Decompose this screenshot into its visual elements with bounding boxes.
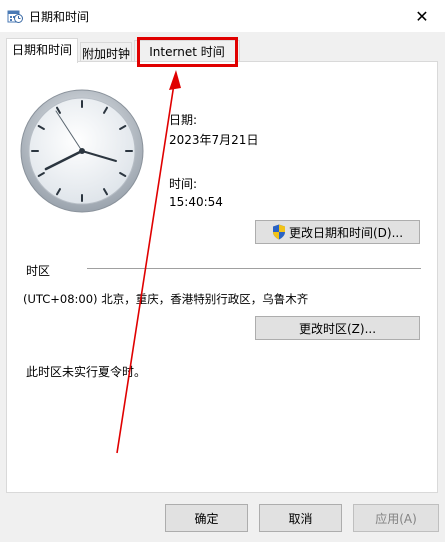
timezone-heading: 时区 (26, 264, 51, 278)
change-timezone-button[interactable]: 更改时区(Z)... (255, 316, 420, 340)
change-date-time-button[interactable]: 更改日期和时间(D)... (255, 220, 420, 244)
apply-button[interactable]: 应用(A) (353, 504, 439, 532)
close-button[interactable]: ✕ (399, 0, 445, 32)
annotation-highlight-box (137, 37, 238, 67)
date-time-app-icon (7, 10, 23, 23)
uac-shield-icon (272, 224, 285, 240)
cancel-button[interactable]: 取消 (259, 504, 342, 532)
time-value: 15:40:54 (169, 195, 223, 209)
timezone-value: (UTC+08:00) 北京，重庆，香港特别行政区，乌鲁木齐 (23, 292, 309, 306)
ok-button[interactable]: 确定 (165, 504, 248, 532)
dst-note: 此时区未实行夏令时。 (26, 365, 147, 379)
date-label: 日期: (169, 113, 198, 127)
title-bar: 日期和时间 ✕ (0, 0, 445, 32)
time-label: 时间: (169, 177, 198, 191)
analog-clock-icon (20, 89, 144, 213)
date-value: 2023年7月21日 (169, 133, 259, 147)
change-date-time-label: 更改日期和时间(D)... (288, 225, 404, 240)
close-icon: ✕ (415, 6, 429, 26)
timezone-separator (87, 268, 421, 269)
window-title: 日期和时间 (29, 10, 90, 24)
tab-date-and-time[interactable]: 日期和时间 (6, 38, 78, 63)
